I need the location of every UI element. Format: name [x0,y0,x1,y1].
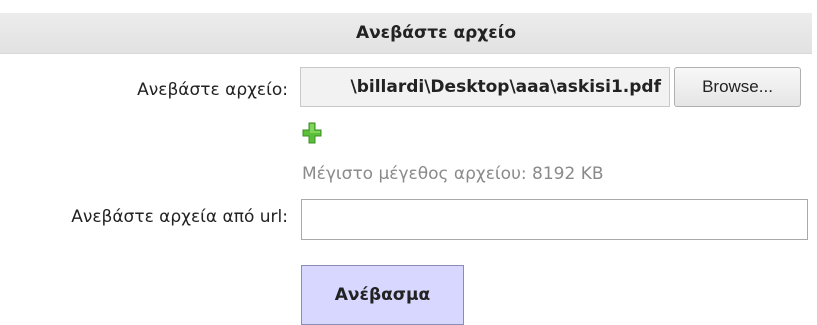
url-input[interactable] [301,199,808,240]
add-file-icon[interactable] [302,122,322,144]
browse-button[interactable]: Browse... [674,67,801,107]
url-upload-label: Ανεβάστε αρχεία από url: [71,207,288,227]
upload-button-label: Ανέβασμα [334,285,431,305]
section-header: Ανεβάστε αρχείο [0,13,812,54]
file-path-field[interactable]: \billardi\Desktop\aaa\askisi1.pdf [300,67,670,107]
file-path-value: \billardi\Desktop\aaa\askisi1.pdf [350,77,661,97]
section-title: Ανεβάστε αρχείο [355,23,517,43]
max-file-size-hint: Μέγιστο μέγεθος αρχείου: 8192 KB [302,164,604,184]
file-upload-label: Ανεβάστε αρχείο: [137,80,288,100]
upload-button[interactable]: Ανέβασμα [301,265,464,325]
